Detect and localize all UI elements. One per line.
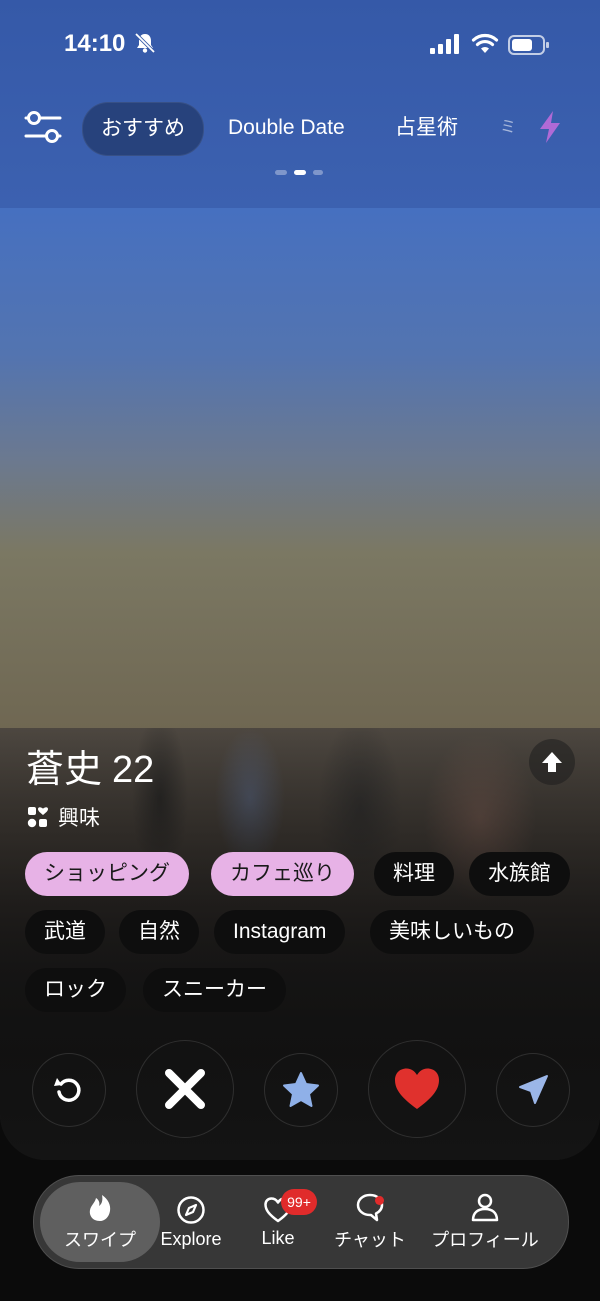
status-bar: 14:10 xyxy=(0,0,600,90)
nav-item-chat[interactable]: チャット xyxy=(324,1176,416,1268)
profile-age: 22 xyxy=(112,749,155,791)
tab-astrology[interactable]: 占星術 xyxy=(395,102,458,154)
interests-heading: 興味 xyxy=(26,802,100,832)
status-time: 14:10 xyxy=(64,30,126,57)
person-icon xyxy=(471,1193,499,1222)
arrow-up-icon xyxy=(542,752,562,772)
interest-tag: ロック xyxy=(25,968,126,1012)
super-like-button[interactable] xyxy=(264,1053,338,1127)
nav-label: Explore xyxy=(160,1228,222,1249)
nav-item-profile[interactable]: プロフィール xyxy=(426,1176,544,1268)
expand-profile-button[interactable] xyxy=(529,739,575,785)
chat-unread-dot xyxy=(375,1196,384,1205)
rewind-button[interactable] xyxy=(32,1053,106,1127)
swipe-screen: 蒼史 22 興味 ショッピング カフェ巡り 料理 水族館 武道 自然 Instag… xyxy=(0,0,600,1301)
top-tab-bar: おすすめ Double Date 占星術 ミ xyxy=(0,98,600,162)
nav-label: チャット xyxy=(334,1230,406,1250)
interest-tag: カフェ巡り xyxy=(211,852,354,896)
nav-label: プロフィール xyxy=(431,1230,539,1250)
cellular-signal-icon xyxy=(430,34,459,54)
x-icon xyxy=(165,1069,205,1109)
shapes-heart-icon xyxy=(27,807,48,828)
interest-tag: 美味しいもの xyxy=(370,910,534,954)
profile-name: 蒼史 xyxy=(26,749,103,791)
rewind-icon xyxy=(54,1078,81,1102)
send-button[interactable] xyxy=(496,1053,570,1127)
tab-double-date[interactable]: Double Date xyxy=(228,102,345,154)
tab-recommended[interactable]: おすすめ xyxy=(82,102,204,156)
profile-name-age: 蒼史 22 xyxy=(26,738,154,793)
nav-item-explore[interactable]: Explore xyxy=(148,1176,234,1268)
nav-label: Like xyxy=(261,1227,295,1248)
interest-tag: 自然 xyxy=(119,910,199,954)
compass-icon xyxy=(177,1195,205,1224)
like-button[interactable] xyxy=(368,1040,466,1138)
interest-tag: 水族館 xyxy=(469,852,570,896)
interests-label: 興味 xyxy=(58,806,100,830)
interest-tag: 武道 xyxy=(25,910,105,954)
tab-more[interactable]: ミ xyxy=(500,102,522,154)
profile-photo-blurred xyxy=(0,208,600,730)
bell-slash-icon xyxy=(134,32,156,54)
page-dot xyxy=(313,170,323,175)
battery-icon xyxy=(508,35,549,55)
heart-icon xyxy=(395,1068,439,1109)
page-indicator xyxy=(275,170,327,176)
nav-item-swipe[interactable]: スワイプ xyxy=(40,1176,160,1268)
star-icon xyxy=(283,1072,319,1107)
paper-plane-icon xyxy=(519,1075,548,1104)
interest-tag: Instagram xyxy=(214,910,346,954)
flame-icon xyxy=(89,1195,111,1221)
interest-tag: スニーカー xyxy=(143,968,286,1012)
lightning-bolt-icon[interactable] xyxy=(536,110,564,144)
like-count-badge: 99+ xyxy=(281,1189,317,1215)
nav-label: スワイプ xyxy=(64,1230,136,1250)
interest-tag: ショッピング xyxy=(25,852,189,896)
page-dot-active xyxy=(294,170,306,175)
nope-button[interactable] xyxy=(136,1040,234,1138)
page-dot xyxy=(275,170,287,175)
wifi-icon xyxy=(471,33,499,53)
interest-tag: 料理 xyxy=(374,852,454,896)
filter-sliders-icon[interactable] xyxy=(22,106,64,148)
